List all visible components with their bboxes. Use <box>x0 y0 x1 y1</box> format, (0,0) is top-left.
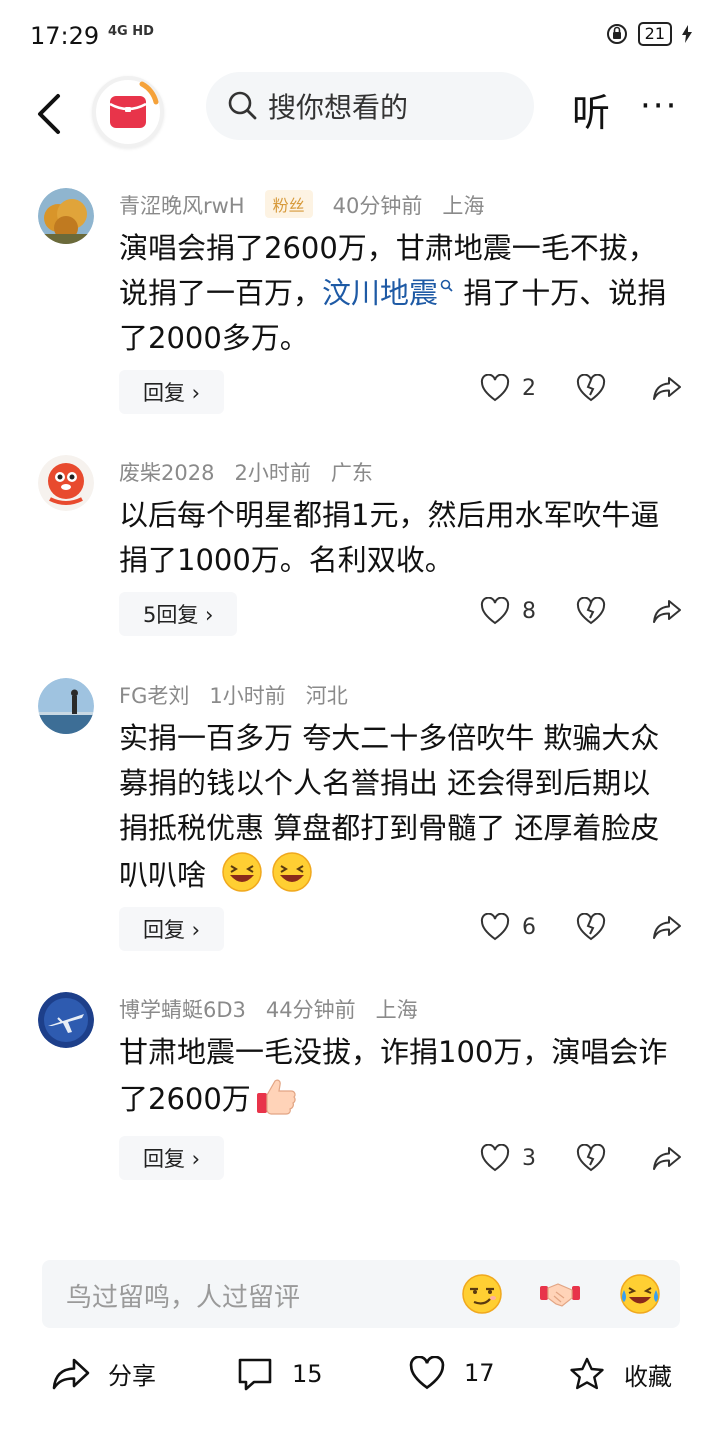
broken-heart-icon[interactable] <box>576 1144 606 1172</box>
comment-location: 广东 <box>330 461 373 485</box>
share-icon[interactable] <box>652 598 682 624</box>
comment-input[interactable]: 鸟过留鸣，人过留评 <box>42 1260 680 1328</box>
fan-badge: 粉丝 <box>264 190 313 218</box>
like-count: 6 <box>522 914 536 940</box>
share-icon[interactable] <box>652 914 682 940</box>
laughing-emoji-icon <box>222 852 262 892</box>
reply-button[interactable]: 5回复 › <box>119 592 238 636</box>
comment-text: 甘肃地震一毛没拔，诈捐100万，演唱会诈了2600万 <box>119 1030 679 1122</box>
comment-actions: 8 <box>480 597 682 625</box>
avatar[interactable] <box>38 188 94 244</box>
laughing-emoji-icon <box>272 852 312 892</box>
username[interactable]: 青涩晚风rwH <box>119 194 245 218</box>
alarm-icon <box>606 24 627 44</box>
listen-button[interactable]: 听 <box>572 82 610 137</box>
comment-location: 上海 <box>442 194 485 218</box>
battery-indicator: 21 <box>637 22 672 46</box>
heart-icon <box>409 1356 445 1390</box>
crying-laughing-emoji-icon[interactable] <box>618 1272 662 1316</box>
comment-meta: 博学蜻蜓6D3 44分钟前 上海 <box>119 994 438 1024</box>
comment-time: 40分钟前 <box>332 194 423 218</box>
comment-icon <box>238 1358 272 1391</box>
back-arrow-icon[interactable] <box>30 82 70 146</box>
topic-link[interactable]: 汶川地震 <box>322 276 454 310</box>
avatar[interactable] <box>38 455 94 511</box>
comment-meta: 废柴2028 2小时前 广东 <box>119 457 393 487</box>
bottom-action-bar: 分享 15 17 收藏 <box>0 1340 720 1430</box>
comment-actions: 3 <box>480 1144 682 1172</box>
share-icon <box>52 1358 90 1389</box>
star-icon <box>570 1357 604 1390</box>
username[interactable]: FG老刘 <box>119 684 189 708</box>
comment-text-part: 甘肃地震一毛没拔，诈捐100万，演唱会诈了2600万 <box>119 1035 668 1116</box>
comment-time: 2小时前 <box>234 461 311 485</box>
search-box[interactable]: 搜你想看的 <box>206 72 534 140</box>
like-total: 17 <box>464 1359 495 1387</box>
app-logo[interactable] <box>92 76 164 148</box>
share-label: 分享 <box>108 1362 156 1390</box>
charging-icon <box>682 25 692 43</box>
comments-button[interactable]: 15 <box>236 1356 323 1392</box>
reply-button[interactable]: 回复 › <box>119 1136 225 1180</box>
comment-text: 实捐一百多万 夸大二十多倍吹牛 欺骗大众 募捐的钱以个人名誉捐出 还会得到后期以… <box>119 716 679 898</box>
network-indicator: 4G HD <box>108 24 154 39</box>
share-icon[interactable] <box>652 375 682 401</box>
more-menu-button[interactable]: ··· <box>640 86 678 126</box>
comment-actions: 2 <box>480 374 682 402</box>
like-button[interactable]: 8 <box>480 597 536 625</box>
comment-time: 1小时前 <box>209 684 286 708</box>
like-count: 2 <box>522 375 536 401</box>
comment-meta: FG老刘 1小时前 河北 <box>119 680 368 710</box>
heart-icon <box>480 1144 510 1172</box>
like-count: 3 <box>522 1145 536 1171</box>
comment-location: 上海 <box>375 998 418 1022</box>
like-button[interactable]: 3 <box>480 1144 536 1172</box>
smirk-emoji-icon[interactable] <box>460 1272 504 1316</box>
share-button[interactable]: 分享 <box>52 1356 156 1391</box>
heart-icon <box>480 374 510 402</box>
top-nav: 搜你想看的 听 ··· <box>0 72 720 172</box>
reply-button[interactable]: 回复 › <box>119 907 225 951</box>
favorite-button[interactable]: 收藏 <box>568 1356 672 1392</box>
comment-input-placeholder: 鸟过留鸣，人过留评 <box>66 1283 301 1313</box>
comment-location: 河北 <box>305 684 348 708</box>
broken-heart-icon[interactable] <box>576 374 606 402</box>
like-count: 8 <box>522 598 536 624</box>
red-envelope-icon <box>109 81 159 128</box>
comment-text: 以后每个明星都捐1元，然后用水军吹牛逼捐了1000万。名利双收。 <box>119 498 660 577</box>
like-button[interactable]: 2 <box>480 374 536 402</box>
share-icon[interactable] <box>652 1145 682 1171</box>
search-icon <box>228 91 257 120</box>
favorite-label: 收藏 <box>624 1362 672 1391</box>
comment-count: 15 <box>292 1360 323 1388</box>
status-icons: 21 <box>606 22 692 46</box>
comment-text: 演唱会捐了2600万，甘肃地震一毛不拔，说捐了一百万，汶川地震 捐了十万、说捐了… <box>119 226 679 361</box>
like-button[interactable]: 6 <box>480 913 536 941</box>
search-small-icon <box>440 279 453 292</box>
status-bar: 17:29 4G HD 21 <box>0 0 720 72</box>
comment-actions: 6 <box>480 913 682 941</box>
avatar[interactable] <box>38 678 94 734</box>
heart-icon <box>480 913 510 941</box>
heart-icon <box>480 597 510 625</box>
username[interactable]: 博学蜻蜓6D3 <box>119 998 246 1022</box>
thumbs-up-emoji-icon <box>256 1079 296 1115</box>
like-article-button[interactable]: 17 <box>408 1356 495 1390</box>
reply-button[interactable]: 回复 › <box>119 370 225 414</box>
comment-time: 44分钟前 <box>265 998 356 1022</box>
broken-heart-icon[interactable] <box>576 597 606 625</box>
topic-link-label: 汶川地震 <box>322 276 439 310</box>
comment-text-part: 实捐一百多万 夸大二十多倍吹牛 欺骗大众 募捐的钱以个人名誉捐出 还会得到后期以… <box>119 721 660 892</box>
search-placeholder: 搜你想看的 <box>268 91 409 124</box>
avatar[interactable] <box>38 992 94 1048</box>
broken-heart-icon[interactable] <box>576 913 606 941</box>
handshake-emoji-icon[interactable] <box>538 1272 582 1316</box>
comment-meta: 青涩晚风rwH 粉丝 40分钟前 上海 <box>119 190 504 220</box>
status-time: 17:29 <box>30 22 100 50</box>
username[interactable]: 废柴2028 <box>119 461 214 485</box>
